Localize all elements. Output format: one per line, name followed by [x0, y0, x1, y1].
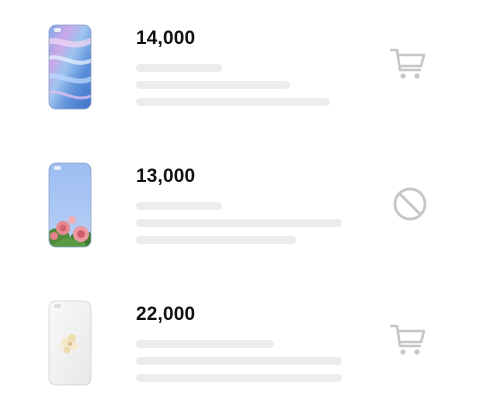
cart-icon	[389, 324, 426, 355]
product-list: 14,000 13,000 22,000	[0, 0, 480, 406]
product-row[interactable]: 22,000	[0, 300, 480, 400]
phone-case-roses-image	[48, 162, 92, 248]
product-price: 22,000	[136, 304, 196, 325]
skeleton-line	[136, 98, 330, 106]
skeleton-line	[136, 374, 342, 382]
skeleton-line	[136, 64, 222, 72]
product-image[interactable]	[48, 24, 92, 110]
unavailable-icon	[393, 187, 427, 221]
product-image[interactable]	[48, 300, 92, 386]
unavailable-button[interactable]	[388, 182, 432, 226]
skeleton-line	[136, 357, 342, 365]
product-row[interactable]: 13,000	[0, 162, 480, 262]
add-to-cart-button[interactable]	[386, 318, 430, 362]
skeleton-line	[136, 81, 290, 89]
add-to-cart-button[interactable]	[386, 42, 430, 86]
phone-case-marble-image	[48, 24, 92, 110]
product-row[interactable]: 14,000	[0, 24, 480, 124]
product-image[interactable]	[48, 162, 92, 248]
phone-case-white-flowers-image	[48, 300, 92, 386]
cart-icon	[389, 48, 426, 79]
skeleton-line	[136, 219, 342, 227]
skeleton-line	[136, 202, 222, 210]
product-price: 13,000	[136, 166, 196, 187]
product-price: 14,000	[136, 28, 196, 49]
skeleton-line	[136, 340, 274, 348]
skeleton-line	[136, 236, 296, 244]
